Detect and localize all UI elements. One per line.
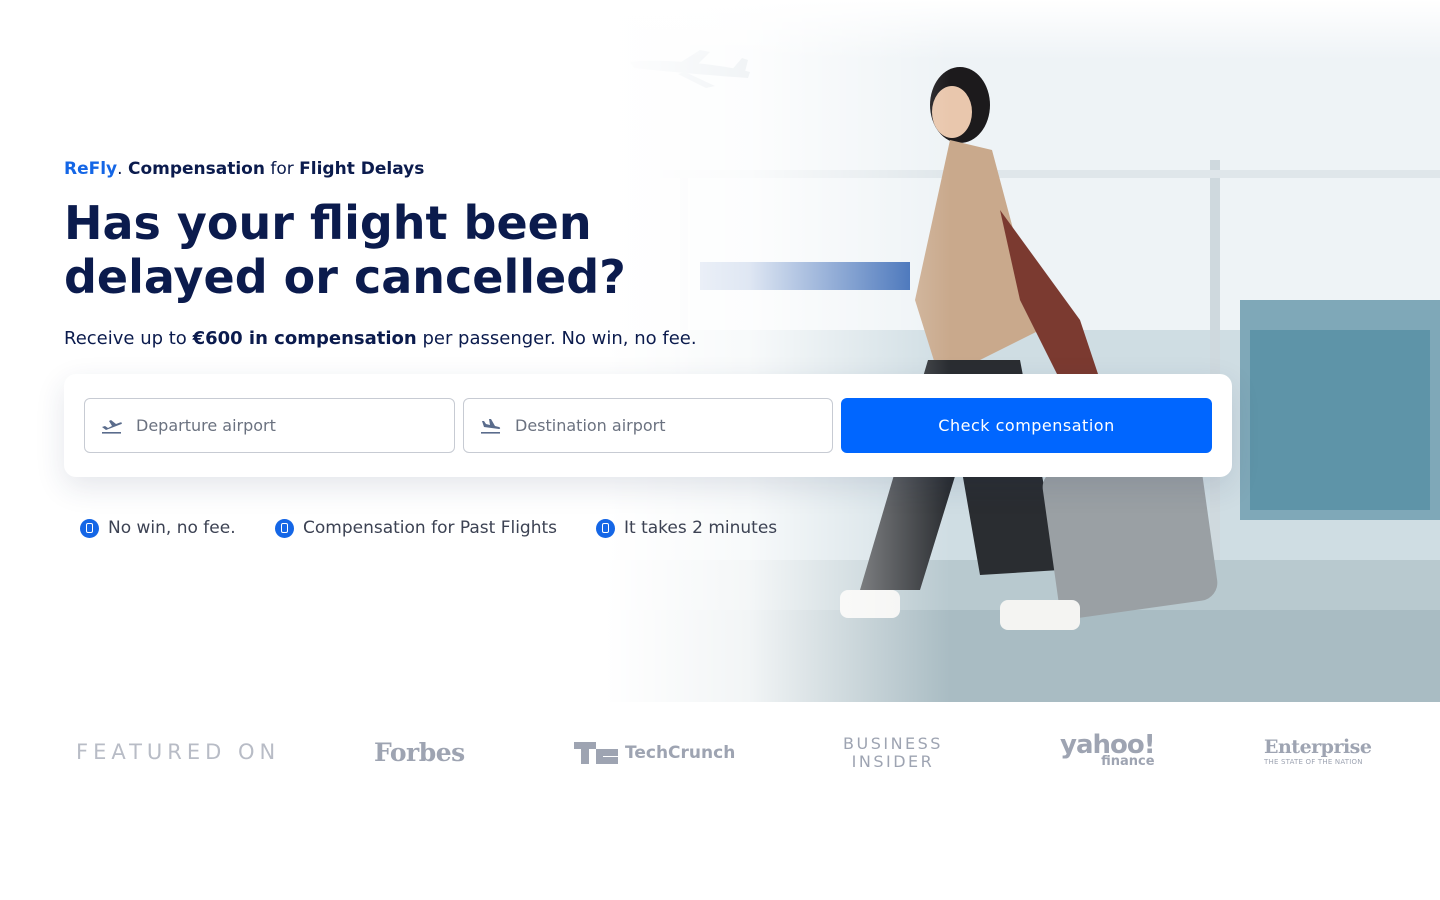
subtitle-prefix: Receive up to	[64, 328, 187, 349]
benefit-item: Compensation for Past Flights	[275, 518, 557, 538]
subtitle-amount: €600 in compensation	[192, 328, 417, 349]
benefit-label: Compensation for Past Flights	[303, 518, 558, 538]
yahoo-finance-logo: yahoo! finance	[1060, 732, 1156, 768]
techcrunch-logo: TechCrunch	[574, 742, 735, 764]
departure-field[interactable]	[84, 398, 455, 453]
destination-field[interactable]	[463, 398, 833, 453]
destination-input[interactable]	[515, 416, 815, 435]
tagline-compensation: Compensation	[127, 159, 265, 179]
departure-input[interactable]	[136, 416, 436, 435]
benefit-label: It takes 2 minutes	[624, 518, 778, 538]
tagline-connector: for	[270, 159, 294, 179]
brand-name: ReFly	[64, 159, 118, 179]
forbes-logo: Forbes	[374, 738, 465, 767]
page-title: Has your flight been delayed or cancelle…	[64, 196, 626, 304]
plane-arrival-icon	[480, 418, 502, 434]
enterprise-sub: THE STATE OF THE NATION	[1264, 758, 1363, 766]
hero-photo	[560, 0, 1440, 702]
techcrunch-wordmark: TechCrunch	[625, 743, 736, 763]
enterprise-wordmark: Enterprise	[1264, 736, 1372, 758]
phone-icon	[596, 518, 615, 538]
featured-on-strip: FEATURED ON Forbes TechCrunch BUSINESS I…	[0, 702, 1440, 802]
business-insider-line2: INSIDER	[851, 752, 935, 771]
phone-icon	[275, 518, 294, 538]
subtitle-suffix: per passenger. No win, no fee.	[422, 328, 697, 349]
plane-departure-icon	[101, 418, 123, 434]
tagline-flight-delays: Flight Delays	[299, 159, 425, 179]
flight-search-card: Check compensation	[64, 374, 1232, 477]
business-insider-line1: BUSINESS	[843, 734, 943, 753]
business-insider-logo: BUSINESS INSIDER	[843, 735, 943, 771]
airport-traveler-image	[560, 0, 1440, 702]
featured-on-label: FEATURED ON	[76, 740, 281, 764]
enterprise-logo: Enterprise THE STATE OF THE NATION	[1264, 736, 1372, 766]
benefit-item: It takes 2 minutes	[596, 518, 777, 538]
hero-tagline: ReFly. Compensation for Flight Delays	[64, 159, 424, 179]
phone-icon	[80, 518, 99, 538]
benefit-label: No win, no fee.	[108, 518, 236, 538]
hero-subtitle: Receive up to €600 in compensation per p…	[64, 328, 697, 349]
check-compensation-button[interactable]: Check compensation	[841, 398, 1212, 453]
benefit-item: No win, no fee.	[80, 518, 236, 538]
tagline-separator: .	[117, 159, 123, 179]
hero-section: ReFly. Compensation for Flight Delays Ha…	[0, 0, 1440, 702]
techcrunch-mark-icon	[574, 742, 618, 764]
